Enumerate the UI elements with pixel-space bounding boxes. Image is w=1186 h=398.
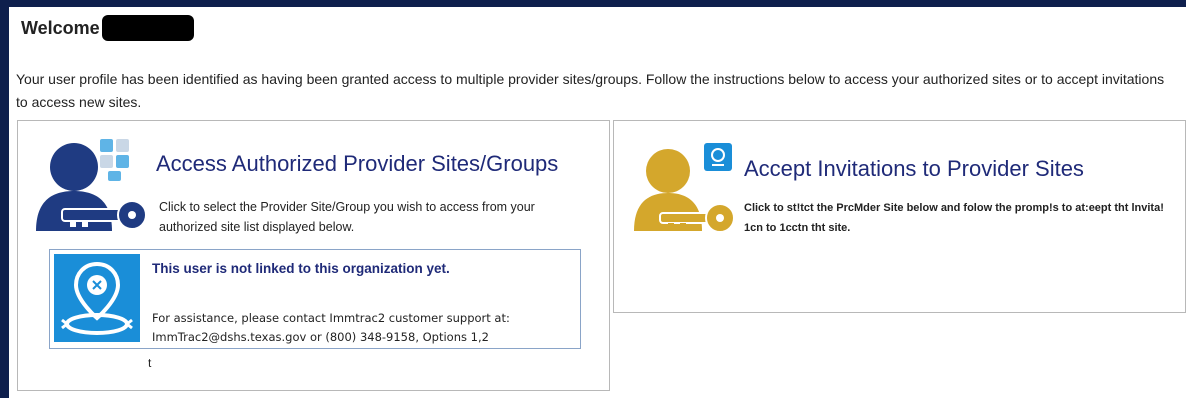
support-line-2: ImmTrac2@dshs.texas.gov or (800) 348-915… <box>152 330 489 344</box>
access-desc-line-1: Click to select the Provider Site/Group … <box>159 200 535 214</box>
user-key-icon <box>634 143 735 233</box>
access-authorized-sites-card[interactable]: Access Authorized Provider Sites/Groups … <box>17 120 610 391</box>
welcome-header: Welcome <box>21 15 194 41</box>
page: Welcome Your user profile has been ident… <box>9 7 1186 398</box>
access-desc-line-2: authorized site list displayed below. <box>159 220 355 234</box>
redacted-username <box>101 15 194 41</box>
intro-line-1: Your user profile has been identified as… <box>16 71 1165 87</box>
accept-invitations-card[interactable]: Accept Invitations to Provider Sites Cli… <box>613 120 1186 313</box>
location-pin-icon <box>54 254 140 342</box>
stray-mark: t <box>148 356 152 370</box>
user-key-icon <box>36 139 147 231</box>
support-line-1: For assistance, please contact Immtrac2 … <box>152 311 510 325</box>
intro-line-2: to access new sites. <box>16 94 142 110</box>
support-contact-text: For assistance, please contact Immtrac2 … <box>152 309 510 347</box>
welcome-label: Welcome <box>21 17 100 38</box>
invite-card-title[interactable]: Accept Invitations to Provider Sites <box>744 156 1084 182</box>
invite-desc-line-1: Click to st!tct the PrcMder Site below a… <box>744 202 1164 214</box>
not-linked-notice: This user is not linked to this organiza… <box>49 249 581 349</box>
intro-text: Your user profile has been identified as… <box>16 68 1186 114</box>
invite-desc-line-2: 1cn to 1cctn tht site. <box>744 222 851 234</box>
not-linked-title: This user is not linked to this organiza… <box>152 261 450 276</box>
access-card-title[interactable]: Access Authorized Provider Sites/Groups <box>156 151 558 177</box>
invite-card-description: Click to st!tct the PrcMder Site below a… <box>744 198 1174 238</box>
access-card-description: Click to select the Provider Site/Group … <box>159 197 599 237</box>
